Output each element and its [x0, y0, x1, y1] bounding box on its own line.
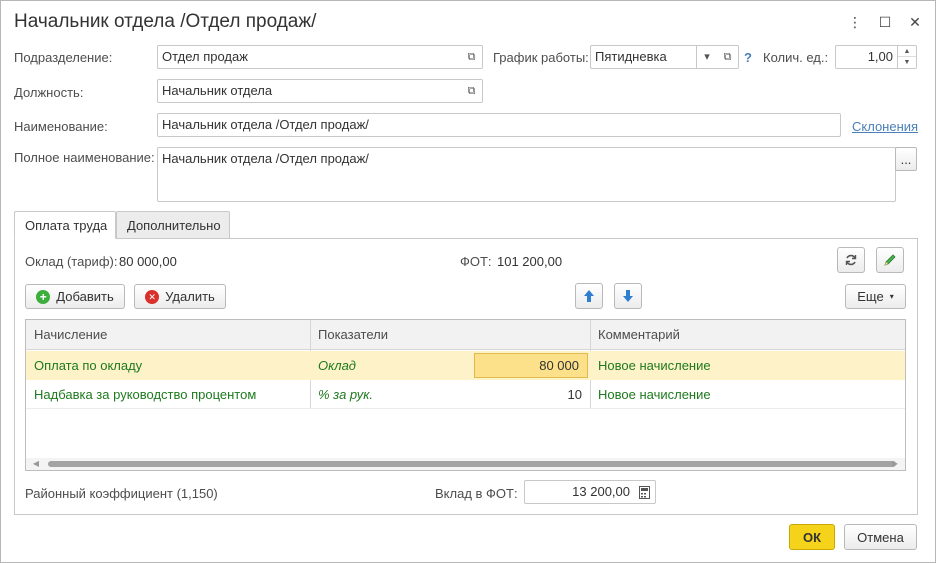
delete-button-label: Удалить [165, 289, 215, 304]
schedule-field[interactable]: Пятидневка [590, 45, 696, 69]
comment-cell[interactable]: Новое начисление [590, 380, 905, 409]
maximize-icon[interactable]: ☐ [877, 13, 893, 31]
arrow-up-icon [584, 290, 594, 302]
fullname-edit-button[interactable]: ... [895, 147, 917, 171]
indicator-value-cell[interactable]: 10 [474, 380, 590, 409]
position-field[interactable]: Начальник отдела [157, 79, 461, 103]
fot-label: ФОТ: [460, 254, 492, 269]
refresh-icon [845, 254, 857, 266]
move-down-button[interactable] [614, 283, 642, 309]
indicator-cell[interactable]: % за рук. [310, 380, 470, 409]
horizontal-scrollbar[interactable]: ◀ ▶ [26, 458, 905, 470]
indicator-value-cell[interactable]: 80 000 [474, 353, 588, 378]
fullname-label: Полное наименование: [14, 150, 155, 165]
salary-label: Оклад (тариф): [25, 254, 118, 269]
comment-cell[interactable]: Новое начисление [590, 351, 905, 380]
fullname-field[interactable]: Начальник отдела /Отдел продаж/ [157, 147, 896, 202]
move-up-button[interactable] [575, 283, 603, 309]
accruals-table[interactable]: Начисление Показатели Комментарий Оплата… [25, 319, 906, 471]
tab-additional[interactable]: Дополнительно [116, 211, 230, 239]
more-button[interactable]: Еще ▾ [845, 284, 906, 309]
tab-pay[interactable]: Оплата труда [14, 211, 116, 239]
division-label: Подразделение: [14, 50, 113, 65]
column-header-accrual[interactable]: Начисление [26, 320, 310, 350]
scroll-left-icon[interactable]: ◀ [30, 458, 42, 470]
close-icon[interactable]: ✕ [907, 13, 923, 31]
name-field[interactable]: Начальник отдела /Отдел продаж/ [157, 113, 841, 137]
ok-button[interactable]: ОК [789, 524, 835, 550]
table-row[interactable]: Оплата по окладу Оклад 80 000 Новое начи… [26, 351, 905, 380]
help-icon[interactable]: ? [744, 50, 752, 65]
window-title: Начальник отдела /Отдел продаж/ [14, 11, 317, 32]
open-schedule-icon[interactable]: ⧉ [717, 45, 739, 69]
open-position-icon[interactable]: ⧉ [461, 79, 483, 103]
table-row[interactable]: Надбавка за руководство процентом % за р… [26, 380, 905, 409]
calculator-glyph [639, 486, 650, 499]
pencil-icon [884, 254, 896, 266]
salary-value: 80 000,00 [119, 254, 177, 269]
district-coefficient-label: Районный коэффициент (1,150) [25, 486, 218, 501]
declensions-link[interactable]: Склонения [852, 119, 918, 134]
scrollbar-thumb[interactable] [48, 461, 896, 467]
delete-button[interactable]: ✕ Удалить [134, 284, 226, 309]
accrual-cell[interactable]: Оплата по окладу [26, 351, 310, 380]
schedule-dropdown-icon[interactable]: ▾ [696, 45, 718, 69]
column-header-indicators[interactable]: Показатели [310, 320, 590, 350]
stepper-up-icon[interactable]: ▲ [898, 46, 916, 57]
table-header: Начисление Показатели Комментарий [26, 320, 905, 350]
cancel-button[interactable]: Отмена [844, 524, 917, 550]
column-header-comment[interactable]: Комментарий [590, 320, 905, 350]
schedule-label: График работы: [493, 50, 589, 65]
more-actions-icon[interactable]: ⋮ [847, 13, 863, 31]
calculator-icon[interactable] [634, 480, 656, 504]
units-field[interactable]: 1,00 [835, 45, 897, 69]
units-stepper[interactable]: ▲ ▼ [897, 45, 917, 69]
add-button[interactable]: + Добавить [25, 284, 125, 309]
indicator-cell[interactable]: Оклад [310, 351, 470, 380]
refresh-button[interactable] [837, 247, 865, 273]
more-button-label: Еще [857, 289, 884, 304]
delete-icon: ✕ [145, 289, 160, 304]
position-label: Должность: [14, 85, 84, 100]
scroll-right-icon[interactable]: ▶ [889, 458, 901, 470]
division-field[interactable]: Отдел продаж [157, 45, 461, 69]
fot-value: 101 200,00 [497, 254, 563, 269]
dialog-window: Начальник отдела /Отдел продаж/ ⋮ ☐ ✕ По… [0, 0, 936, 563]
contribution-label: Вклад в ФОТ: [435, 486, 518, 501]
contribution-field[interactable]: 13 200,00 [524, 480, 634, 504]
units-label: Колич. ед.: [763, 50, 829, 65]
open-division-icon[interactable]: ⧉ [461, 45, 483, 69]
name-label: Наименование: [14, 119, 108, 134]
arrow-down-icon [623, 290, 633, 302]
add-button-label: Добавить [56, 289, 114, 304]
accrual-cell[interactable]: Надбавка за руководство процентом [26, 380, 310, 409]
plus-icon: + [36, 289, 51, 304]
edit-button[interactable] [876, 247, 904, 273]
stepper-down-icon[interactable]: ▼ [898, 57, 916, 68]
chevron-down-icon: ▾ [889, 292, 894, 301]
